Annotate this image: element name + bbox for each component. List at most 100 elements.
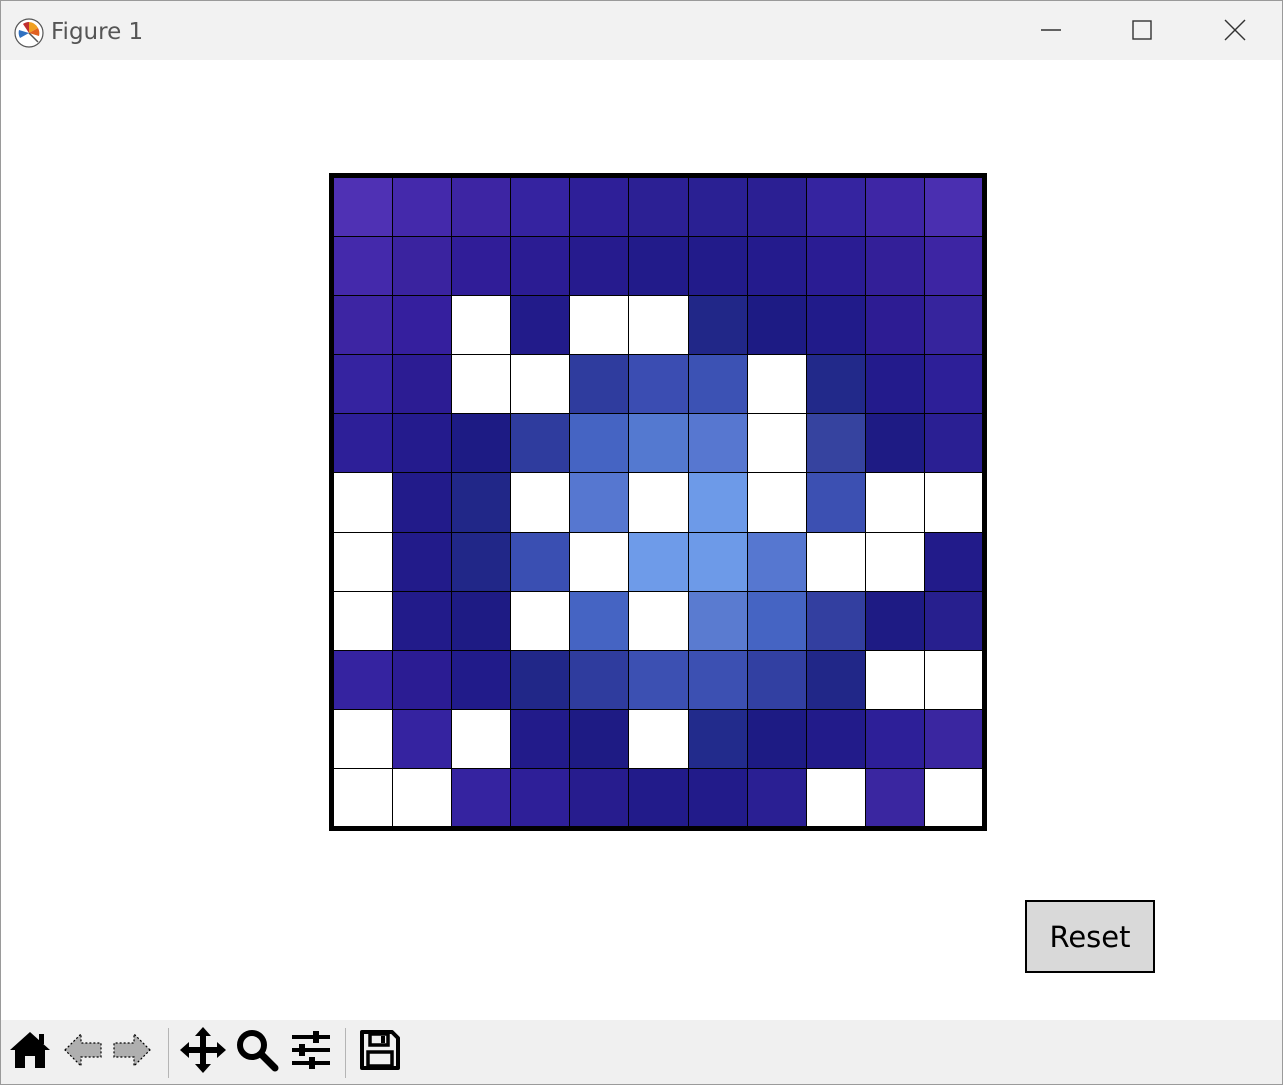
grid-cell[interactable] (628, 295, 689, 356)
grid-cell[interactable] (392, 354, 453, 415)
grid-cell[interactable] (805, 236, 866, 297)
grid-cell[interactable] (333, 413, 394, 474)
grid-cell[interactable] (805, 649, 866, 710)
grid-cell[interactable] (687, 708, 748, 769)
grid-cell[interactable] (687, 295, 748, 356)
grid-cell[interactable] (805, 708, 866, 769)
grid-cell[interactable] (746, 236, 807, 297)
grid-cell[interactable] (510, 177, 571, 238)
forward-button[interactable] (108, 1028, 156, 1076)
close-button[interactable] (1212, 9, 1258, 55)
grid-cell[interactable] (510, 472, 571, 533)
grid-cell[interactable] (333, 590, 394, 651)
home-button[interactable] (6, 1028, 54, 1076)
grid-cell[interactable] (451, 236, 512, 297)
reset-button[interactable]: Reset (1025, 900, 1155, 973)
grid-cell[interactable] (923, 649, 984, 710)
grid-cell[interactable] (333, 649, 394, 710)
grid-cell[interactable] (392, 767, 453, 828)
maximize-button[interactable] (1119, 9, 1165, 55)
grid-cell[interactable] (687, 236, 748, 297)
save-button[interactable] (356, 1028, 404, 1076)
grid-cell[interactable] (805, 177, 866, 238)
grid-cell[interactable] (746, 708, 807, 769)
grid-cell[interactable] (451, 354, 512, 415)
grid-cell[interactable] (510, 649, 571, 710)
grid-cell[interactable] (864, 649, 925, 710)
grid-cell[interactable] (628, 413, 689, 474)
grid-cell[interactable] (864, 531, 925, 592)
grid-cell[interactable] (569, 354, 630, 415)
grid-cell[interactable] (569, 472, 630, 533)
grid-cell[interactable] (569, 177, 630, 238)
grid-cell[interactable] (864, 295, 925, 356)
grid-cell[interactable] (687, 413, 748, 474)
grid-cell[interactable] (864, 236, 925, 297)
grid-cell[interactable] (451, 177, 512, 238)
grid-cell[interactable] (746, 472, 807, 533)
grid-cell[interactable] (392, 649, 453, 710)
grid-cell[interactable] (628, 236, 689, 297)
grid-cell[interactable] (687, 590, 748, 651)
grid-cell[interactable] (923, 177, 984, 238)
grid-cell[interactable] (569, 295, 630, 356)
grid-cell[interactable] (628, 472, 689, 533)
grid-cell[interactable] (451, 472, 512, 533)
grid-cell[interactable] (805, 472, 866, 533)
grid-cell[interactable] (569, 767, 630, 828)
grid-cell[interactable] (333, 472, 394, 533)
grid-cell[interactable] (333, 354, 394, 415)
grid-cell[interactable] (392, 236, 453, 297)
grid-cell[interactable] (510, 354, 571, 415)
grid-cell[interactable] (569, 649, 630, 710)
grid-cell[interactable] (333, 177, 394, 238)
grid-cell[interactable] (451, 767, 512, 828)
grid-cell[interactable] (333, 531, 394, 592)
grid-cell[interactable] (569, 236, 630, 297)
grid-cell[interactable] (569, 531, 630, 592)
grid-cell[interactable] (687, 531, 748, 592)
grid-cell[interactable] (628, 767, 689, 828)
grid-cell[interactable] (392, 413, 453, 474)
grid-cell[interactable] (628, 354, 689, 415)
grid-cell[interactable] (451, 708, 512, 769)
grid-cell[interactable] (510, 767, 571, 828)
title-bar[interactable]: Figure 1 (1, 1, 1282, 60)
grid-cell[interactable] (923, 708, 984, 769)
grid-cell[interactable] (746, 413, 807, 474)
grid-cell[interactable] (569, 590, 630, 651)
grid-cell[interactable] (628, 708, 689, 769)
grid-cell[interactable] (805, 413, 866, 474)
grid-cell[interactable] (451, 413, 512, 474)
grid-cell[interactable] (628, 649, 689, 710)
pan-button[interactable] (179, 1027, 227, 1076)
grid-cell[interactable] (333, 295, 394, 356)
grid-cell[interactable] (864, 472, 925, 533)
configure-subplots-button[interactable] (287, 1028, 335, 1076)
back-button[interactable] (59, 1028, 107, 1076)
grid-cell[interactable] (392, 531, 453, 592)
grid-cell[interactable] (923, 590, 984, 651)
grid-cell[interactable] (510, 295, 571, 356)
grid-cell[interactable] (864, 708, 925, 769)
minimize-button[interactable] (1028, 9, 1074, 55)
grid-cell[interactable] (687, 472, 748, 533)
grid-cell[interactable] (687, 767, 748, 828)
grid-cell[interactable] (569, 413, 630, 474)
grid-cell[interactable] (746, 767, 807, 828)
grid-cell[interactable] (392, 177, 453, 238)
grid-cell[interactable] (687, 649, 748, 710)
zoom-button[interactable] (233, 1028, 281, 1076)
grid-cell[interactable] (746, 531, 807, 592)
grid-cell[interactable] (923, 413, 984, 474)
grid-cell[interactable] (333, 236, 394, 297)
grid-cell[interactable] (333, 767, 394, 828)
figure-canvas[interactable]: Reset (1, 60, 1282, 1020)
grid-cell[interactable] (746, 177, 807, 238)
grid-cell[interactable] (864, 413, 925, 474)
grid-cell[interactable] (805, 354, 866, 415)
grid-cell[interactable] (392, 472, 453, 533)
grid-cell[interactable] (569, 708, 630, 769)
grid-cell[interactable] (923, 767, 984, 828)
grid-cell[interactable] (628, 531, 689, 592)
